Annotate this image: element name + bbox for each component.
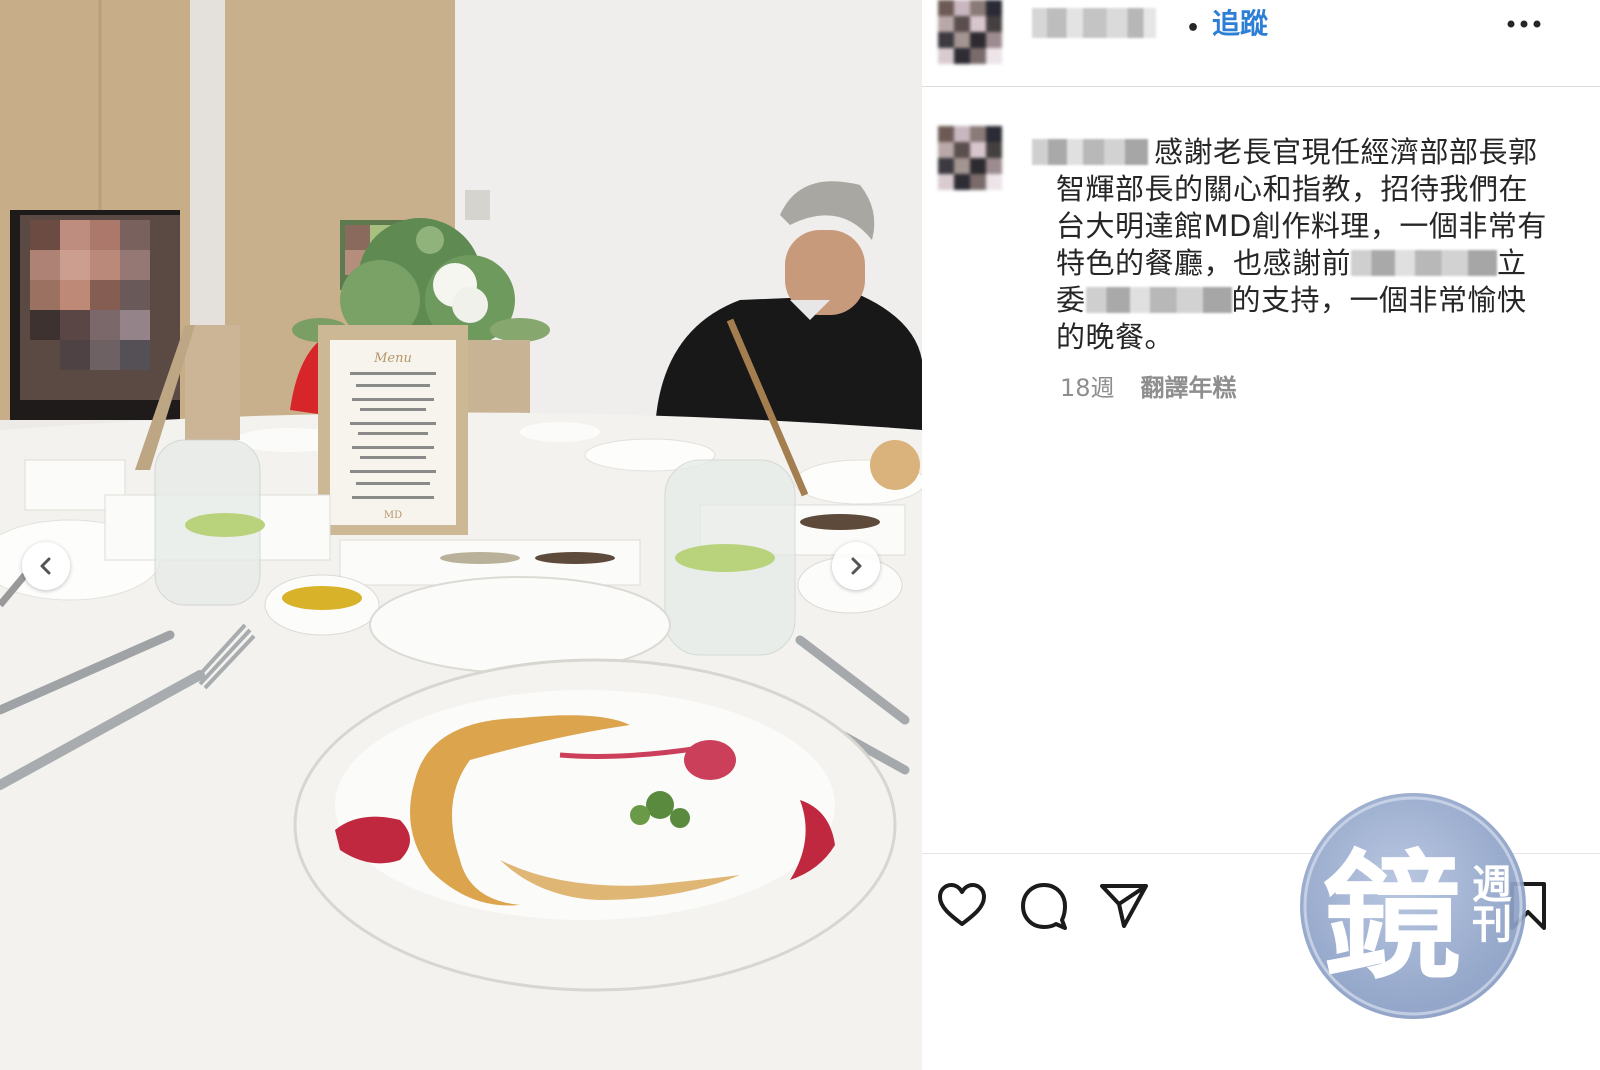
follow-separator: • bbox=[1186, 16, 1201, 41]
caption-line-2: 智輝部長的關心和指教，招待我們在 bbox=[1056, 172, 1529, 206]
post-caption: 感謝老長官現任經濟部部長郭 智輝部長的關心和指教，招待我們在 台大明達館MD創作… bbox=[1032, 134, 1586, 356]
redacted-name-2 bbox=[1085, 287, 1232, 313]
menu-card-logo: MD bbox=[384, 510, 402, 521]
caption-line-4a: 特色的餐廳，也感謝前 bbox=[1056, 246, 1352, 280]
watermark-side-chars: 週刊 bbox=[1465, 863, 1512, 943]
caption-line-5a: 委 bbox=[1056, 283, 1086, 317]
follow-button[interactable]: 追蹤 bbox=[1212, 2, 1268, 42]
caption-line-4b: 立 bbox=[1497, 246, 1527, 280]
chevron-right-icon bbox=[851, 557, 862, 575]
caption-line-1: 感謝老長官現任經濟部部長郭 bbox=[1154, 135, 1538, 169]
mirror-media-watermark: 鏡 週刊 bbox=[1300, 793, 1526, 1019]
next-photo-button[interactable] bbox=[832, 542, 880, 590]
caption-line-5b: 的支持，一個非常愉快 bbox=[1231, 283, 1527, 317]
author-username[interactable] bbox=[1032, 8, 1156, 38]
like-button[interactable] bbox=[936, 880, 988, 932]
post-meta: 18週 翻譯年糕 bbox=[1060, 368, 1237, 403]
paper-plane-icon bbox=[1100, 884, 1148, 928]
caption-line-6: 的晚餐。 bbox=[1056, 320, 1175, 354]
translate-button[interactable]: 翻譯年糕 bbox=[1141, 374, 1237, 402]
more-options-icon[interactable] bbox=[1506, 18, 1542, 30]
caption-author-avatar[interactable] bbox=[938, 126, 1002, 190]
dinner-photo: Menu MD bbox=[0, 0, 922, 1070]
chevron-left-icon bbox=[40, 557, 51, 575]
author-avatar[interactable] bbox=[938, 0, 1002, 64]
post-time-ago[interactable]: 18週 bbox=[1060, 374, 1115, 402]
post-header: • 追蹤 bbox=[922, 0, 1600, 87]
caption-line-3: 台大明達館MD創作料理，一個非常有 bbox=[1056, 209, 1547, 243]
share-button[interactable] bbox=[1098, 880, 1150, 932]
heart-icon bbox=[938, 883, 986, 926]
menu-card-title: Menu bbox=[373, 351, 412, 366]
comment-icon bbox=[1021, 883, 1067, 930]
redacted-name-1 bbox=[1351, 250, 1498, 276]
watermark-main-char: 鏡 bbox=[1323, 837, 1461, 998]
comment-button[interactable] bbox=[1018, 880, 1070, 932]
caption-author-username[interactable] bbox=[1032, 139, 1148, 165]
mirror-logo-icon: 鏡 週刊 bbox=[1303, 796, 1523, 1016]
post-photo[interactable]: Menu MD bbox=[0, 0, 922, 1070]
prev-photo-button[interactable] bbox=[22, 542, 70, 590]
